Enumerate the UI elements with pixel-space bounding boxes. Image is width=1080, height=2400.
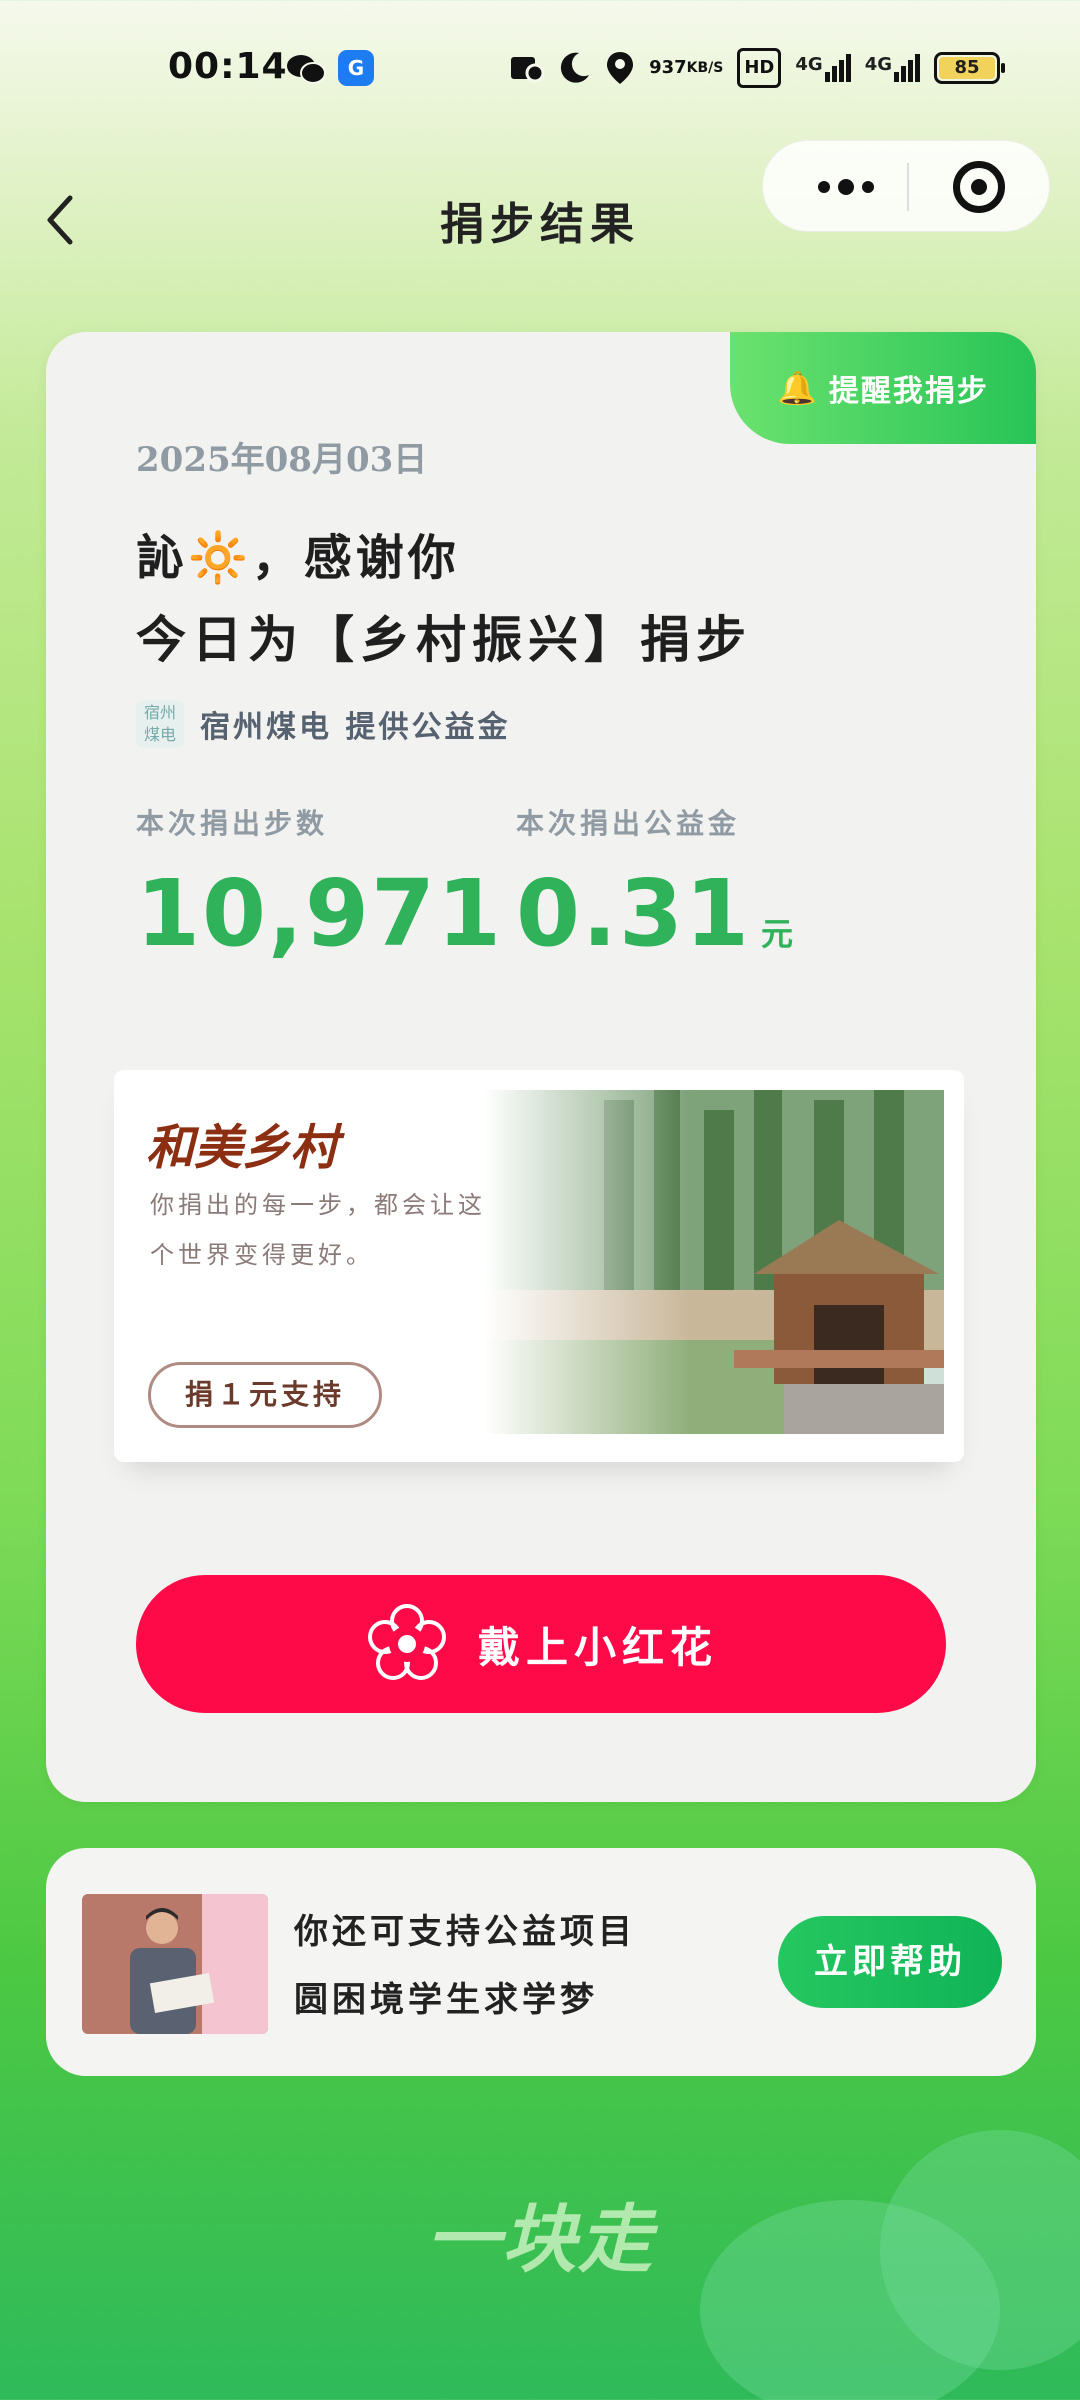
donate-one-yuan-button[interactable]: 捐１元支持 (148, 1362, 382, 1428)
project-card[interactable]: 和美乡村 你捐出的每一步，都会让这个世界变得更好。 捐１元支持 (114, 1070, 964, 1462)
bell-icon: 🔔 (777, 369, 819, 407)
money-unit: 元 (761, 915, 796, 953)
close-target-icon[interactable] (953, 161, 1005, 213)
flower-button-label: 戴上小红花 (477, 1622, 718, 1672)
money-value: 0.31 (516, 860, 751, 967)
nfc-icon (511, 57, 545, 83)
sponsor-row: 宿州 煤电 宿州煤电 提供公益金 (136, 700, 510, 748)
moon-icon (560, 52, 590, 83)
thanks-text: 今日为【乡村振兴】捐步 (136, 611, 752, 669)
net-speed: 937 KB/S (649, 57, 724, 78)
status-indicators: 937 KB/S HD 4G 4G 85 (509, 48, 1005, 88)
result-card: 🔔 提醒我捐步 2025年08月03日 訫🔆，感谢你 今日为【乡村振兴】捐步 宿… (46, 332, 1036, 1802)
hd-icon: HD (737, 48, 782, 88)
money-value-row: 0.31 元 (516, 860, 795, 967)
capsule-divider (907, 163, 909, 211)
miniprogram-capsule (762, 140, 1050, 232)
project-name: 圆困境学生求学梦 (294, 1980, 598, 2020)
wear-red-flower-button[interactable]: 戴上小红花 (136, 1575, 946, 1713)
steps-label: 本次捐出步数 (136, 807, 329, 840)
steps-value: 10,971 (136, 860, 504, 967)
sponsor-logo: 宿州 煤电 (136, 700, 184, 748)
wechat-icon (287, 55, 326, 84)
more-icon[interactable] (801, 141, 891, 233)
remind-label: 提醒我捐步 (828, 374, 989, 409)
support-line1: 你还可支持公益项目 (294, 1912, 636, 1952)
battery-icon: 85 (934, 52, 1005, 84)
status-bar: 00:14 G 937 KB/S HD 4G 4G 85 (0, 40, 1080, 100)
project-title: 和美乡村 (146, 1120, 339, 1176)
help-now-button[interactable]: 立即帮助 (778, 1916, 1002, 2008)
more-projects-card[interactable]: 你还可支持公益项目 圆困境学生求学梦 立即帮助 (46, 1848, 1036, 2076)
donation-date: 2025年08月03日 (136, 440, 428, 480)
signal-icon-1: 4G (795, 54, 851, 82)
village-pavilion-image (484, 1090, 944, 1434)
student-reading-image (82, 1894, 268, 2034)
project-description: 你捐出的每一步，都会让这个世界变得更好。 (150, 1191, 486, 1269)
greeting-text: 訫🔆，感谢你 (136, 530, 460, 586)
location-icon (607, 52, 634, 84)
money-label: 本次捐出公益金 (516, 807, 741, 840)
slogan-text: 一块走 (426, 2197, 654, 2283)
signal-icon-2: 4G (865, 54, 920, 82)
status-time: 00:14 (168, 46, 288, 87)
flower-icon (367, 1604, 446, 1680)
app-notification-icon: G (338, 50, 374, 86)
remind-button[interactable]: 🔔 提醒我捐步 (730, 332, 1036, 444)
sponsor-text: 宿州煤电 提供公益金 (200, 710, 511, 745)
